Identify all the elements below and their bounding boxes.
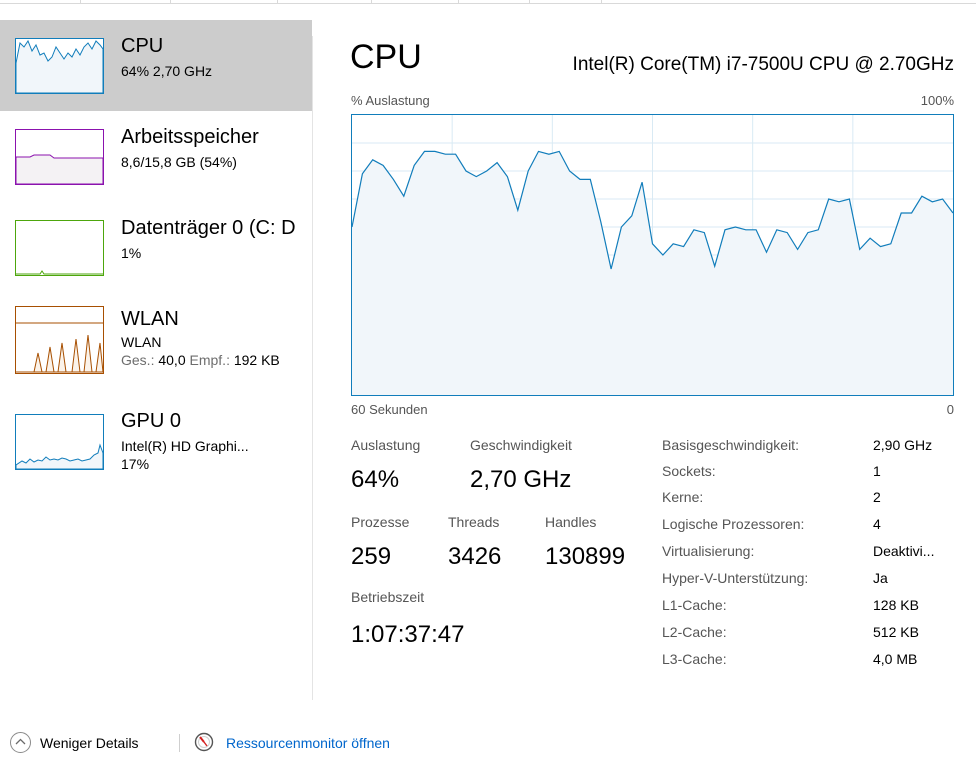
sidebar-item-subtitle: WLAN bbox=[121, 334, 162, 350]
detail-label: Hyper-V-Unterstützung: bbox=[662, 570, 809, 586]
graph-time-zero-label: 0 bbox=[946, 402, 954, 417]
sidebar-item-title: Arbeitsspeicher bbox=[121, 126, 259, 148]
sent-value: 40,0 bbox=[158, 352, 186, 368]
graph-y-max-label: 100% bbox=[920, 93, 954, 108]
received-value: 192 KB bbox=[233, 352, 280, 368]
detail-value: 4 bbox=[873, 516, 881, 532]
page-title: CPU bbox=[350, 38, 422, 76]
tab-divider bbox=[371, 0, 372, 4]
detail-value: 512 KB bbox=[873, 624, 919, 640]
sent-label: Ges.: bbox=[121, 352, 159, 368]
sidebar-item-memory[interactable]: Arbeitsspeicher 8,6/15,8 GB (54%) bbox=[0, 111, 312, 202]
open-resource-monitor-link[interactable]: Ressourcenmonitor öffnen bbox=[226, 735, 390, 751]
detail-value: Ja bbox=[873, 570, 888, 586]
threads-label: Threads bbox=[448, 514, 500, 530]
cpu-model-name: Intel(R) Core(TM) i7-7500U CPU @ 2.70GHz bbox=[572, 54, 954, 75]
tab-strip bbox=[0, 0, 976, 4]
fewer-details-button[interactable]: Weniger Details bbox=[40, 735, 139, 751]
tab-divider bbox=[458, 0, 459, 4]
detail-label: Sockets: bbox=[662, 463, 716, 479]
detail-label: Virtualisierung: bbox=[662, 543, 755, 559]
threads-value: 3426 bbox=[448, 543, 502, 570]
disk-thumbnail-graph bbox=[15, 220, 104, 276]
received-label: Empf.: bbox=[185, 352, 234, 368]
detail-label: Logische Prozessoren: bbox=[662, 516, 805, 532]
uptime-value: 1:07:37:47 bbox=[351, 621, 465, 648]
sidebar-item-subtitle: 1% bbox=[121, 245, 142, 261]
wlan-throughput: Ges.: 40,0 Empf.: 192 KB bbox=[121, 352, 280, 368]
speed-label: Geschwindigkeit bbox=[470, 437, 572, 453]
detail-value: 4,0 MB bbox=[873, 651, 918, 667]
sidebar-item-title: WLAN bbox=[121, 308, 179, 330]
detail-value: 1 bbox=[873, 463, 881, 479]
processes-label: Prozesse bbox=[351, 514, 410, 530]
handles-label: Handles bbox=[545, 514, 597, 530]
detail-value: 2 bbox=[873, 489, 881, 505]
wlan-thumbnail-graph bbox=[15, 306, 104, 374]
memory-thumbnail-graph bbox=[15, 129, 104, 185]
detail-value: 2,90 GHz bbox=[873, 437, 933, 453]
utilization-value: 64% bbox=[351, 466, 400, 493]
speed-value: 2,70 GHz bbox=[470, 466, 572, 493]
sidebar-item-wlan[interactable]: WLAN WLAN Ges.: 40,0 Empf.: 192 KB bbox=[0, 293, 312, 384]
cpu-thumbnail-graph bbox=[15, 38, 104, 94]
panel-divider bbox=[312, 36, 313, 700]
sidebar-item-cpu[interactable]: CPU 64% 2,70 GHz bbox=[0, 20, 312, 111]
sidebar-item-title: GPU 0 bbox=[121, 410, 182, 432]
processes-value: 259 bbox=[351, 543, 392, 570]
chevron-up-icon[interactable] bbox=[10, 732, 31, 753]
handles-value: 130899 bbox=[545, 543, 626, 570]
graph-time-span-label: 60 Sekunden bbox=[351, 402, 428, 417]
sidebar-item-subtitle: 64% 2,70 GHz bbox=[121, 63, 213, 79]
footer-separator bbox=[179, 734, 180, 752]
footer-bar: Weniger Details Ressourcenmonitor öffnen bbox=[0, 720, 976, 767]
detail-value: Deaktivi... bbox=[873, 543, 935, 559]
sidebar-item-subtitle: Intel(R) HD Graphi... bbox=[121, 438, 249, 454]
tab-divider bbox=[170, 0, 171, 4]
gpu-thumbnail-graph bbox=[15, 414, 104, 470]
tab-divider bbox=[80, 0, 81, 4]
detail-label: Basisgeschwindigkeit: bbox=[662, 437, 799, 453]
sidebar-item-disk[interactable]: Datenträger 0 (C: D 1% bbox=[0, 202, 312, 293]
sidebar-item-gpu[interactable]: GPU 0 Intel(R) HD Graphi... 17% bbox=[0, 395, 312, 486]
utilization-label: Auslastung bbox=[351, 437, 421, 453]
detail-label: L2-Cache: bbox=[662, 624, 727, 640]
sidebar-item-subtitle: 8,6/15,8 GB (54%) bbox=[121, 154, 237, 170]
tab-divider bbox=[529, 0, 530, 4]
sidebar-item-title: Datenträger 0 (C: D bbox=[121, 217, 296, 239]
resource-sidebar: CPU 64% 2,70 GHz Arbeitsspeicher 8,6/15,… bbox=[0, 20, 312, 700]
resource-monitor-icon[interactable] bbox=[194, 732, 214, 752]
tab-divider bbox=[601, 0, 602, 4]
cpu-usage-chart bbox=[351, 115, 954, 395]
uptime-label: Betriebszeit bbox=[351, 589, 425, 605]
detail-label: Kerne: bbox=[662, 489, 704, 505]
sidebar-item-title: CPU bbox=[121, 35, 164, 57]
detail-label: L1-Cache: bbox=[662, 597, 727, 613]
detail-value: 128 KB bbox=[873, 597, 919, 613]
detail-label: L3-Cache: bbox=[662, 651, 727, 667]
graph-y-axis-label: % Auslastung bbox=[351, 93, 430, 108]
cpu-usage-graph bbox=[351, 114, 954, 396]
sidebar-item-usage: 17% bbox=[121, 456, 150, 472]
tab-divider bbox=[277, 0, 278, 4]
